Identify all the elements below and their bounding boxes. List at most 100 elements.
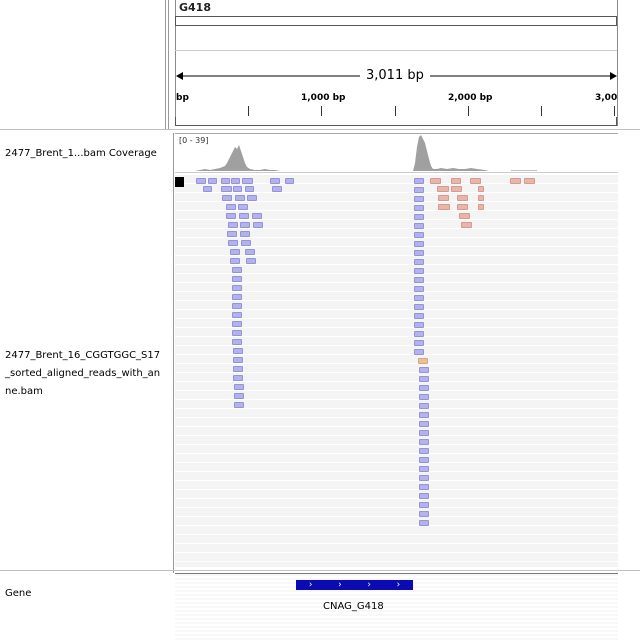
aligned-read[interactable] <box>227 231 237 237</box>
aligned-read[interactable] <box>430 178 441 184</box>
aligned-read[interactable] <box>478 186 484 192</box>
aligned-read[interactable] <box>414 349 424 355</box>
aligned-read[interactable] <box>222 195 232 201</box>
aligned-read[interactable] <box>238 204 248 210</box>
aligned-read[interactable] <box>232 339 242 345</box>
aligned-read[interactable] <box>252 213 262 219</box>
aligned-read[interactable] <box>414 277 424 283</box>
aligned-read[interactable] <box>272 186 282 192</box>
aligned-read[interactable] <box>419 376 429 382</box>
aligned-read[interactable] <box>459 213 470 219</box>
aligned-read[interactable] <box>419 394 429 400</box>
aligned-read[interactable] <box>414 223 424 229</box>
alignment-track-label[interactable]: 2477_Brent_16_CGGTGGC_S17_sorted_aligned… <box>5 347 163 401</box>
aligned-read[interactable] <box>232 285 242 291</box>
aligned-read[interactable] <box>233 348 243 354</box>
aligned-read[interactable] <box>232 330 242 336</box>
aligned-read[interactable] <box>478 204 484 210</box>
aligned-read[interactable] <box>414 187 424 193</box>
aligned-read[interactable] <box>208 178 217 184</box>
aligned-read[interactable] <box>226 213 236 219</box>
aligned-read[interactable] <box>418 358 428 364</box>
aligned-read[interactable] <box>419 502 429 508</box>
aligned-read[interactable] <box>221 186 232 192</box>
aligned-read[interactable] <box>414 304 424 310</box>
aligned-read[interactable] <box>419 511 429 517</box>
aligned-read[interactable] <box>419 430 429 436</box>
aligned-read[interactable] <box>232 267 242 273</box>
aligned-read[interactable] <box>461 222 472 228</box>
aligned-read[interactable] <box>414 322 424 328</box>
aligned-read[interactable] <box>414 259 424 265</box>
aligned-read[interactable] <box>419 493 429 499</box>
aligned-read[interactable] <box>233 366 243 372</box>
aligned-read[interactable] <box>451 178 461 184</box>
aligned-read[interactable] <box>247 195 257 201</box>
aligned-read[interactable] <box>419 367 429 373</box>
chromosome-ideogram[interactable] <box>175 16 617 26</box>
aligned-read[interactable] <box>414 196 424 202</box>
aligned-read[interactable] <box>234 402 244 408</box>
aligned-read[interactable] <box>231 178 240 184</box>
aligned-read[interactable] <box>478 195 484 201</box>
aligned-read[interactable] <box>232 303 242 309</box>
aligned-read[interactable] <box>240 231 250 237</box>
aligned-read[interactable] <box>196 178 206 184</box>
aligned-read[interactable] <box>451 186 462 192</box>
aligned-read[interactable] <box>457 195 468 201</box>
aligned-read[interactable] <box>228 240 238 246</box>
aligned-read[interactable] <box>470 178 481 184</box>
aligned-read[interactable] <box>234 393 244 399</box>
aligned-read[interactable] <box>419 457 429 463</box>
aligned-read[interactable] <box>419 412 429 418</box>
aligned-read[interactable] <box>239 213 249 219</box>
aligned-read[interactable] <box>419 403 429 409</box>
aligned-read[interactable] <box>221 178 230 184</box>
aligned-read[interactable] <box>419 466 429 472</box>
aligned-read[interactable] <box>437 186 449 192</box>
aligned-read[interactable] <box>414 205 424 211</box>
aligned-read[interactable] <box>203 186 212 192</box>
aligned-read[interactable] <box>232 276 242 282</box>
aligned-read[interactable] <box>414 268 424 274</box>
gene-feature[interactable]: › › › › <box>296 580 413 590</box>
aligned-read[interactable] <box>414 295 424 301</box>
coverage-track-label[interactable]: 2477_Brent_1...bam Coverage <box>5 145 163 163</box>
aligned-read[interactable] <box>414 241 424 247</box>
aligned-read[interactable] <box>234 384 244 390</box>
aligned-read[interactable] <box>524 178 535 184</box>
aligned-read[interactable] <box>241 240 251 246</box>
aligned-read[interactable] <box>226 204 236 210</box>
aligned-read[interactable] <box>414 331 424 337</box>
aligned-read[interactable] <box>230 249 240 255</box>
aligned-read[interactable] <box>233 357 243 363</box>
aligned-read[interactable] <box>414 250 424 256</box>
aligned-read[interactable] <box>414 232 424 238</box>
aligned-read[interactable] <box>457 204 468 210</box>
aligned-read[interactable] <box>232 321 242 327</box>
aligned-read[interactable] <box>414 340 424 346</box>
aligned-read[interactable] <box>414 286 424 292</box>
aligned-read[interactable] <box>233 375 243 381</box>
aligned-read[interactable] <box>233 186 242 192</box>
aligned-read[interactable] <box>253 222 263 228</box>
aligned-read[interactable] <box>240 222 250 228</box>
aligned-read[interactable] <box>414 178 424 184</box>
gene-track-label[interactable]: Gene <box>5 585 163 603</box>
aligned-read[interactable] <box>270 178 280 184</box>
aligned-read[interactable] <box>414 214 424 220</box>
aligned-read[interactable] <box>242 178 253 184</box>
aligned-read[interactable] <box>245 249 255 255</box>
aligned-read[interactable] <box>246 258 256 264</box>
aligned-read[interactable] <box>419 475 429 481</box>
aligned-read[interactable] <box>232 294 242 300</box>
aligned-read[interactable] <box>438 195 449 201</box>
aligned-read[interactable] <box>419 385 429 391</box>
aligned-read[interactable] <box>230 258 240 264</box>
aligned-read[interactable] <box>419 439 429 445</box>
aligned-read[interactable] <box>245 186 254 192</box>
aligned-read[interactable] <box>228 222 238 228</box>
aligned-read[interactable] <box>419 421 429 427</box>
aligned-read[interactable] <box>419 484 429 490</box>
aligned-read[interactable] <box>419 448 429 454</box>
